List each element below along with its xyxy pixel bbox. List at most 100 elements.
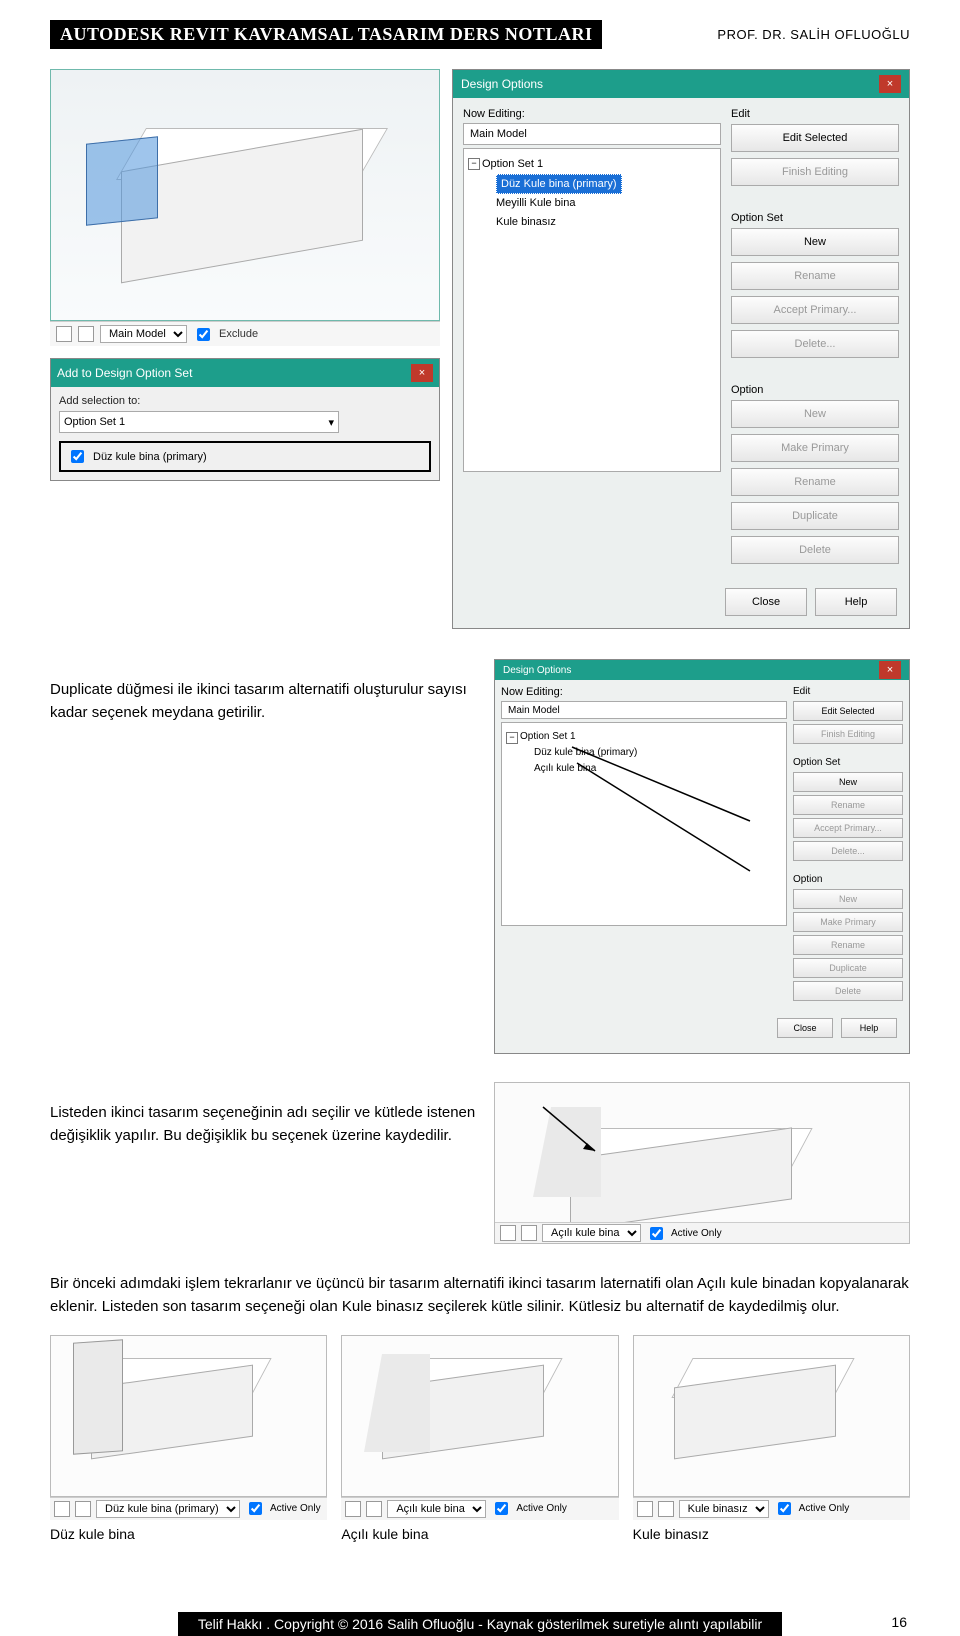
rename-option-button[interactable]: Rename bbox=[793, 935, 903, 955]
selected-cube bbox=[86, 136, 158, 226]
now-editing-label: Now Editing: bbox=[501, 686, 787, 698]
now-editing-label: Now Editing: bbox=[463, 108, 721, 120]
duplicate-option-button[interactable]: Duplicate bbox=[731, 502, 899, 530]
status-icon bbox=[75, 1501, 91, 1517]
new-option-button[interactable]: New bbox=[793, 889, 903, 909]
design-option-dropdown[interactable]: Açılı kule bina bbox=[542, 1224, 641, 1242]
finish-editing-button[interactable]: Finish Editing bbox=[793, 724, 903, 744]
now-editing-value: Main Model bbox=[463, 123, 721, 145]
new-option-set-button[interactable]: New bbox=[793, 772, 903, 792]
chevron-down-icon: ▾ bbox=[328, 416, 334, 429]
finish-editing-button[interactable]: Finish Editing bbox=[731, 158, 899, 186]
status-icon bbox=[345, 1501, 361, 1517]
option-section-label: Option bbox=[793, 874, 903, 885]
status-icon bbox=[500, 1225, 516, 1241]
exclude-label: Exclude bbox=[219, 328, 258, 340]
add-selection-to-label: Add selection to: bbox=[59, 395, 431, 407]
delete-option-button[interactable]: Delete bbox=[793, 981, 903, 1001]
design-option-dropdown[interactable]: Açılı kule bina bbox=[387, 1500, 486, 1518]
tree-item[interactable]: Düz Kule bina (primary) bbox=[468, 174, 716, 195]
duplicate-option-button[interactable]: Duplicate bbox=[793, 958, 903, 978]
doc-title: AUTODESK REVIT KAVRAMSAL TASARIM DERS NO… bbox=[50, 20, 602, 49]
new-option-button[interactable]: New bbox=[731, 400, 899, 428]
dialog-titlebar: Add to Design Option Set × bbox=[51, 359, 439, 387]
status-icon bbox=[658, 1501, 674, 1517]
exclude-checkbox[interactable] bbox=[197, 328, 210, 341]
tree-item[interactable]: Meyilli Kule bina bbox=[468, 194, 716, 213]
tree-item[interactable]: Kule binasız bbox=[468, 213, 716, 232]
rename-option-button[interactable]: Rename bbox=[731, 468, 899, 496]
active-only-label: Active Only bbox=[270, 1503, 321, 1514]
help-button[interactable]: Help bbox=[841, 1018, 897, 1038]
close-button[interactable]: Close bbox=[725, 588, 807, 616]
add-to-design-option-set-dialog: Add to Design Option Set × Add selection… bbox=[50, 358, 440, 481]
active-only-checkbox[interactable] bbox=[650, 1227, 663, 1240]
option-tree[interactable]: − Option Set 1 Düz kule bina (primary) A… bbox=[501, 722, 787, 926]
dialog-title: Design Options bbox=[503, 665, 571, 676]
delete-option-set-button[interactable]: Delete... bbox=[793, 841, 903, 861]
option-section-label: Option bbox=[731, 384, 899, 396]
make-primary-button[interactable]: Make Primary bbox=[731, 434, 899, 462]
design-options-dialog: Design Options × Now Editing: Main Model… bbox=[452, 69, 910, 629]
doc-author: PROF. DR. SALİH OFLUOĞLU bbox=[717, 27, 910, 42]
model-viewport-alt-3 bbox=[633, 1335, 910, 1497]
model-viewport-small: Açılı kule bina Active Only bbox=[494, 1082, 910, 1244]
active-only-checkbox[interactable] bbox=[495, 1502, 508, 1515]
active-only-checkbox[interactable] bbox=[778, 1502, 791, 1515]
design-option-dropdown[interactable]: Kule binasız bbox=[679, 1500, 769, 1518]
viewport-statusbar: Main Model Exclude bbox=[50, 321, 440, 346]
tree-toggle-icon[interactable]: − bbox=[468, 158, 480, 170]
now-editing-value: Main Model bbox=[501, 701, 787, 719]
viewport-statusbar: Düz kule bina (primary) Active Only bbox=[50, 1497, 327, 1520]
accept-primary-button[interactable]: Accept Primary... bbox=[731, 296, 899, 324]
straight-tower bbox=[73, 1339, 123, 1454]
footer: Telif Hakkı . Copyright © 2016 Salih Ofl… bbox=[50, 1612, 910, 1630]
three-views-row: Düz kule bina (primary) Active Only Düz … bbox=[50, 1335, 910, 1542]
viewport-statusbar: Kule binasız Active Only bbox=[633, 1497, 910, 1520]
viewport-statusbar: Açılı kule bina Active Only bbox=[495, 1222, 909, 1243]
close-icon[interactable]: × bbox=[879, 661, 901, 679]
edit-section-label: Edit bbox=[793, 686, 903, 697]
paragraph-1: Duplicate düğmesi ile ikinci tasarım alt… bbox=[50, 679, 480, 724]
dialog-title: Design Options bbox=[461, 77, 543, 91]
close-icon[interactable]: × bbox=[879, 75, 901, 93]
view-caption: Kule binasız bbox=[633, 1526, 910, 1542]
model-viewport-alt-2 bbox=[341, 1335, 618, 1497]
edit-selected-button[interactable]: Edit Selected bbox=[731, 124, 899, 152]
annotation-arrow bbox=[495, 1083, 909, 1243]
close-button[interactable]: Close bbox=[777, 1018, 833, 1038]
page-number: 16 bbox=[891, 1614, 907, 1630]
active-only-checkbox[interactable] bbox=[249, 1502, 262, 1515]
status-icon bbox=[78, 326, 94, 342]
annotation-arrows bbox=[502, 723, 762, 903]
paragraph-3: Bir önceki adımdaki işlem tekrarlanır ve… bbox=[50, 1272, 910, 1319]
help-button[interactable]: Help bbox=[815, 588, 897, 616]
rename-option-set-button[interactable]: Rename bbox=[793, 795, 903, 815]
dialog-title: Add to Design Option Set bbox=[57, 366, 192, 380]
active-only-label: Active Only bbox=[516, 1503, 567, 1514]
close-icon[interactable]: × bbox=[411, 364, 433, 382]
primary-checkbox-row: Düz kule bina (primary) bbox=[59, 441, 431, 472]
paragraph-2: Listeden ikinci tasarım seçeneğinin adı … bbox=[50, 1102, 480, 1147]
status-icon bbox=[56, 326, 72, 342]
viewport-statusbar: Açılı kule bina Active Only bbox=[341, 1497, 618, 1520]
angled-tower bbox=[364, 1354, 430, 1452]
option-tree[interactable]: − Option Set 1 Düz Kule bina (primary) M… bbox=[463, 148, 721, 472]
edit-selected-button[interactable]: Edit Selected bbox=[793, 701, 903, 721]
tree-root[interactable]: − Option Set 1 bbox=[468, 155, 716, 174]
status-icon bbox=[54, 1501, 70, 1517]
primary-checkbox[interactable] bbox=[71, 450, 84, 463]
new-option-set-button[interactable]: New bbox=[731, 228, 899, 256]
make-primary-button[interactable]: Make Primary bbox=[793, 912, 903, 932]
accept-primary-button[interactable]: Accept Primary... bbox=[793, 818, 903, 838]
rename-option-set-button[interactable]: Rename bbox=[731, 262, 899, 290]
delete-option-button[interactable]: Delete bbox=[731, 536, 899, 564]
design-option-dropdown[interactable]: Düz kule bina (primary) bbox=[96, 1500, 240, 1518]
design-option-dropdown[interactable]: Main Model bbox=[100, 325, 187, 343]
option-set-select[interactable]: Option Set 1▾ bbox=[59, 411, 339, 433]
edit-section-label: Edit bbox=[731, 108, 899, 120]
primary-checkbox-label: Düz kule bina (primary) bbox=[93, 451, 207, 463]
top-figures: Main Model Exclude Add to Design Option … bbox=[50, 69, 910, 629]
delete-option-set-button[interactable]: Delete... bbox=[731, 330, 899, 358]
view-caption: Düz kule bina bbox=[50, 1526, 327, 1542]
